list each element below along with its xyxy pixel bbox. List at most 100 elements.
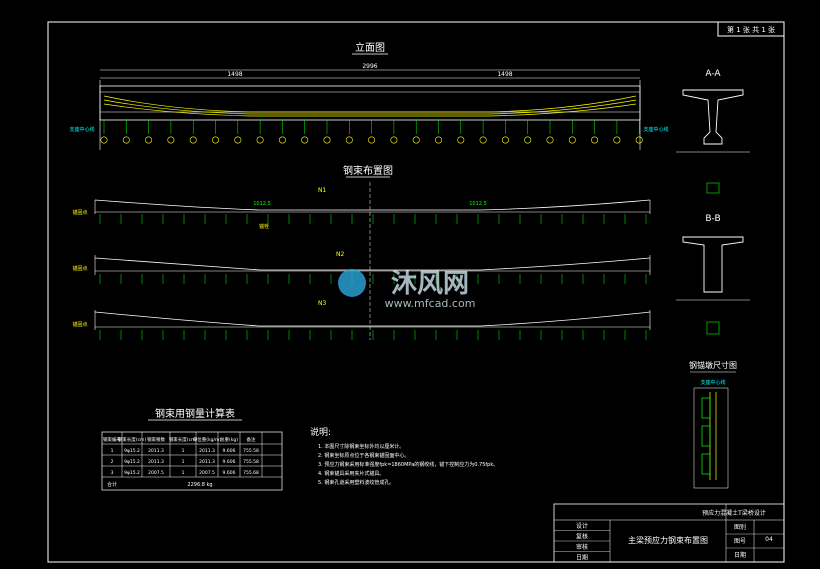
notes-title: 说明: bbox=[310, 426, 331, 438]
anchor-detail-sub: 支座中心线 bbox=[700, 379, 725, 386]
notes-list: 1. 本图尺寸除钢束坐标外均以厘米计。 2. 钢束坐标原点位于各钢束锚固面中心。 3… bbox=[318, 443, 498, 486]
elevation-section-marker bbox=[368, 136, 376, 144]
elevation-section-marker bbox=[122, 136, 130, 144]
sheet-corner-label: 第 1 张 共 1 张 bbox=[727, 25, 775, 34]
tendon-label-n3: N3 bbox=[318, 300, 326, 307]
title-block-field-label: 图别 bbox=[734, 523, 746, 531]
table-cell: 2007.5 bbox=[199, 470, 215, 476]
table-cell: 755.58 bbox=[243, 448, 259, 454]
steel-table: 钢束编号钢束长度(cm) 钢束根数 钢束长度(cm)单位重(kg/m)总重(kg) 备… bbox=[101, 431, 283, 491]
elevation-section-marker bbox=[390, 136, 398, 144]
table-header-cell: 总重(kg) bbox=[220, 436, 238, 443]
elevation-section-marker bbox=[145, 136, 153, 144]
elevation-section-marker bbox=[189, 136, 197, 144]
path-label-1: 锚栓 bbox=[259, 223, 269, 230]
tendon-dim-a: 1012.5 bbox=[253, 201, 271, 207]
elevation-section-marker bbox=[256, 136, 264, 144]
elevation-section-marker bbox=[434, 136, 442, 144]
elevation-section-marker bbox=[212, 136, 220, 144]
elevation-section-marker bbox=[278, 136, 286, 144]
watermark-url: www.mfcad.com bbox=[385, 297, 476, 310]
elevation-section-marker bbox=[167, 136, 175, 144]
elevation-dim-right: 1498 bbox=[497, 71, 512, 78]
anchor-label-2: 锚固点 bbox=[72, 265, 87, 272]
elevation-section-marker bbox=[345, 136, 353, 144]
title-block-row-label: 设计 bbox=[576, 522, 588, 530]
tendon-label-n2: N2 bbox=[336, 251, 344, 258]
table-cell: 3 bbox=[111, 470, 114, 476]
elevation-section-marker bbox=[234, 136, 242, 144]
elevation-section-marker bbox=[323, 136, 331, 144]
table-cell: 9.606 bbox=[223, 448, 236, 454]
table-header-cell: 单位重(kg/m) bbox=[193, 436, 222, 443]
table-cell: 2011.3 bbox=[148, 459, 164, 465]
elevation-section-marker bbox=[100, 136, 108, 144]
cad-drawing: 第 1 张 共 1 张 立面图 2996 1498 1498 支座中心线 支座中… bbox=[47, 21, 785, 563]
elevation-dim-left: 1498 bbox=[227, 71, 242, 78]
anchor-detail-drawing bbox=[693, 387, 729, 489]
elevation-section-marker bbox=[457, 136, 465, 144]
note-item: 5. 钢束孔道采用塑料波纹管成孔。 bbox=[318, 479, 394, 486]
title-block-drawing-no: 04 bbox=[765, 536, 773, 543]
table-cell: 755.68 bbox=[243, 470, 259, 476]
watermark: 沐风网 www.mfcad.com bbox=[338, 269, 475, 310]
table-cell: 2011.3 bbox=[199, 459, 215, 465]
table-total-value: 2296.8 kg bbox=[187, 482, 212, 488]
title-block: 预应力混凝土T梁桥设计 主梁预应力钢束布置图 设计复核审核日期 图别图号日期 0… bbox=[553, 503, 785, 563]
table-cell: 755.58 bbox=[243, 459, 259, 465]
anchor-label-1: 锚固点 bbox=[72, 209, 87, 216]
section-bb-drawing bbox=[676, 236, 750, 335]
elevation-section-marker bbox=[412, 136, 420, 144]
tendon-dim-b: 1012.5 bbox=[469, 201, 487, 207]
section-aa-title: A-A bbox=[705, 69, 721, 79]
elevation-title: 立面图 bbox=[355, 41, 385, 54]
support-label-right: 支座中心线 bbox=[643, 126, 668, 133]
title-block-drawing-name: 主梁预应力钢束布置图 bbox=[628, 535, 708, 545]
table-cell: 1 bbox=[182, 448, 185, 454]
elevation-section-marker bbox=[635, 136, 643, 144]
anchor-detail-title: 钢锚墩尺寸图 bbox=[689, 360, 737, 370]
table-cell: 9.606 bbox=[223, 470, 236, 476]
table-header-cell: 钢束长度(cm) bbox=[118, 436, 147, 443]
title-block-row-label: 复核 bbox=[576, 533, 588, 541]
section-bb-title: B-B bbox=[705, 214, 720, 224]
title-block-project: 预应力混凝土T梁桥设计 bbox=[702, 509, 766, 517]
table-cell: 1 bbox=[111, 448, 114, 454]
title-block-field-label: 图号 bbox=[734, 538, 746, 545]
steel-table-title: 钢束用钢量计算表 bbox=[155, 407, 235, 420]
note-item: 1. 本图尺寸除钢束坐标外均以厘米计。 bbox=[318, 443, 404, 450]
elevation-section-marker bbox=[501, 136, 509, 144]
anchor-label-3: 锚固点 bbox=[72, 321, 87, 328]
elevation-dim-total: 2996 bbox=[362, 63, 377, 70]
note-item: 2. 钢束坐标原点位于各钢束锚固面中心。 bbox=[318, 452, 409, 459]
elevation-section-marker bbox=[301, 136, 309, 144]
table-cell: 9.606 bbox=[223, 459, 236, 465]
section-aa-drawing bbox=[676, 89, 750, 194]
table-total-label: 合计 bbox=[107, 481, 117, 488]
elevation-section-marker bbox=[479, 136, 487, 144]
table-cell: 9φ15.2 bbox=[124, 459, 140, 465]
table-cell: 2011.3 bbox=[199, 448, 215, 454]
tendon-layout-title: 钢束布置图 bbox=[343, 164, 393, 177]
table-cell: 2007.5 bbox=[148, 470, 164, 476]
elevation-section-marker bbox=[568, 136, 576, 144]
table-header-cell: 钢束根数 bbox=[147, 436, 165, 443]
table-cell: 2 bbox=[111, 459, 114, 465]
tendon-layout-view: 1012.5 1012.5 N1 锚固点 锚栓 N2 锚固点 N3 锚固点 bbox=[72, 187, 651, 340]
table-cell: 9φ15.2 bbox=[124, 448, 140, 454]
support-label-left: 支座中心线 bbox=[69, 126, 94, 133]
title-block-row-label: 日期 bbox=[576, 554, 588, 562]
note-item: 4. 钢束锚具采用夹片式锚具。 bbox=[318, 470, 384, 477]
elevation-section-marker bbox=[591, 136, 599, 144]
note-item: 3. 预应力钢束采用标准强度fpk=1860MPa的钢绞线，锚下控制应力为0.7… bbox=[318, 461, 498, 468]
table-header-cell: 备注 bbox=[247, 436, 256, 443]
elevation-section-marker bbox=[546, 136, 554, 144]
table-cell: 9φ15.2 bbox=[124, 470, 140, 476]
watermark-main: 沐风网 bbox=[391, 269, 469, 299]
elevation-section-marker bbox=[524, 136, 532, 144]
table-cell: 1 bbox=[182, 470, 185, 476]
title-block-field-label: 日期 bbox=[734, 551, 746, 559]
elevation-section-marker bbox=[613, 136, 621, 144]
table-cell: 2011.3 bbox=[148, 448, 164, 454]
table-cell: 1 bbox=[182, 459, 185, 465]
